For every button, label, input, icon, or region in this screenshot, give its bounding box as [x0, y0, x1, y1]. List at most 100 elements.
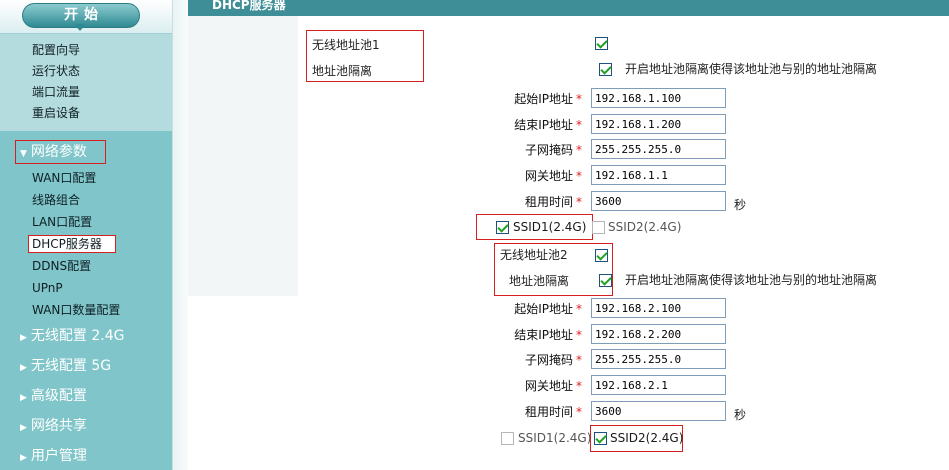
- pool1-start-ip-input[interactable]: [591, 88, 726, 108]
- network-menu-items: WAN口配置 线路组合 LAN口配置 DHCP服务器 DDNS配置 UPnP W…: [0, 167, 172, 321]
- pool2-lease-unit: 秒: [734, 408, 747, 422]
- form-left-panel: [188, 16, 298, 296]
- start-button-label: 开始: [64, 7, 104, 23]
- system-menu-group: 配置向导 运行状态 端口流量 重启设备: [0, 34, 172, 131]
- pool2-enable-checkbox[interactable]: [595, 249, 608, 262]
- network-section-highlight: ▼ 网络参数: [15, 140, 106, 164]
- sidebar-item-lan-config[interactable]: LAN口配置: [0, 211, 172, 233]
- pool2-gateway-label: 网关地址 *: [452, 377, 582, 394]
- sidebar-section-wireless-24g[interactable]: ▶ 无线配置 2.4G: [0, 321, 172, 351]
- pool1-gateway-label: 网关地址 *: [452, 167, 582, 184]
- label-text: 网关地址: [524, 169, 573, 183]
- pool2-end-ip-input[interactable]: [591, 324, 726, 344]
- page-title: DHCP服务器: [212, 0, 286, 12]
- required-mark: *: [576, 195, 582, 209]
- pool1-enable-checkbox[interactable]: [595, 37, 608, 50]
- sidebar-item-wan-count[interactable]: WAN口数量配置: [0, 299, 172, 321]
- required-mark: *: [576, 405, 582, 419]
- sidebar-item-dhcp-server[interactable]: DHCP服务器: [0, 233, 172, 255]
- pool1-lease-label: 租用时间 *: [452, 193, 582, 210]
- sidebar-section-advanced[interactable]: ▶ 高级配置: [0, 381, 172, 411]
- pool1-lease-input[interactable]: [591, 191, 726, 211]
- pool1-isolation-hint: 开启地址池隔离使得该地址池与别的地址池隔离: [625, 62, 878, 76]
- pool1-ssid2-label: SSID2(2.4G): [608, 220, 682, 234]
- sidebar-section-network-share[interactable]: ▶ 网络共享: [0, 411, 172, 441]
- label-text: 网关地址: [524, 379, 573, 393]
- required-mark: *: [576, 328, 582, 342]
- sidebar-divider[interactable]: [172, 0, 188, 470]
- section-label: 用户管理: [30, 448, 87, 464]
- pool2-ssid1-checkbox[interactable]: [501, 432, 514, 445]
- sidebar-section-wireless-5g[interactable]: ▶ 无线配置 5G: [0, 351, 172, 381]
- required-mark: *: [576, 302, 582, 316]
- pool2-isolation-checkbox[interactable]: [599, 274, 612, 287]
- required-mark: *: [576, 143, 582, 157]
- sidebar-item-run-status[interactable]: 运行状态: [0, 61, 172, 82]
- sidebar-item-wan-config[interactable]: WAN口配置: [0, 167, 172, 189]
- pool2-lease-input[interactable]: [591, 401, 726, 421]
- sidebar-item-upnp[interactable]: UPnP: [0, 277, 172, 299]
- pool2-lease-label: 租用时间 *: [452, 403, 582, 420]
- pool1-ssid2-checkbox[interactable]: [592, 221, 605, 234]
- dhcp-form: 无线地址池1 地址池隔离 开启地址池隔离使得该地址池与别的地址池隔离 起始IP地…: [188, 16, 949, 470]
- label-text: 起始IP地址: [514, 302, 573, 316]
- triangle-down-icon: ▼: [20, 149, 27, 159]
- sidebar-item-port-traffic[interactable]: 端口流量: [0, 82, 172, 103]
- pool2-start-ip-input[interactable]: [591, 298, 726, 318]
- pool2-ssid2-checkbox[interactable]: [594, 432, 607, 445]
- sidebar-item-setup-wizard[interactable]: 配置向导: [0, 40, 172, 61]
- label-text: 结束IP地址: [514, 118, 573, 132]
- pool2-end-ip-label: 结束IP地址 *: [452, 326, 582, 343]
- pool2-ssid2-label: SSID2(2.4G): [610, 431, 684, 445]
- section-label: 无线配置 2.4G: [30, 328, 125, 344]
- pool1-gateway-input[interactable]: [591, 165, 726, 185]
- pool1-isolation-checkbox[interactable]: [599, 63, 612, 76]
- required-mark: *: [576, 169, 582, 183]
- triangle-right-icon: ▶: [20, 423, 27, 433]
- pool1-ssid1-checkbox[interactable]: [496, 221, 509, 234]
- pool2-start-ip-label: 起始IP地址 *: [452, 300, 582, 317]
- label-text: 结束IP地址: [514, 328, 573, 342]
- required-mark: *: [576, 379, 582, 393]
- label-text: 子网掩码: [524, 143, 573, 157]
- pool1-end-ip-label: 结束IP地址 *: [452, 116, 582, 133]
- pool2-gateway-input[interactable]: [591, 375, 726, 395]
- pool1-mask-input[interactable]: [591, 139, 726, 159]
- sidebar-section-user-mgmt[interactable]: ▶ 用户管理: [0, 441, 172, 470]
- required-mark: *: [576, 118, 582, 132]
- triangle-right-icon: ▶: [20, 393, 27, 403]
- network-section-label: 网络参数: [30, 144, 87, 160]
- sidebar-item-line-combine[interactable]: 线路组合: [0, 189, 172, 211]
- section-label: 网络共享: [30, 418, 87, 434]
- pool2-isolation-label: 地址池隔离: [509, 274, 570, 288]
- pool1-isolation-label: 地址池隔离: [312, 64, 373, 78]
- pool2-ssid1-label: SSID1(2.4G): [518, 431, 592, 445]
- triangle-right-icon: ▶: [20, 453, 27, 463]
- sidebar-item-ddns-config[interactable]: DDNS配置: [0, 255, 172, 277]
- sidebar: 开始 配置向导 运行状态 端口流量 重启设备 ▼ 网络参数 WAN口配置 线路组合…: [0, 0, 172, 470]
- label-text: 租用时间: [524, 195, 573, 209]
- pool1-start-ip-label: 起始IP地址 *: [452, 90, 582, 107]
- required-mark: *: [576, 92, 582, 106]
- required-mark: *: [576, 353, 582, 367]
- pool1-label: 无线地址池1: [312, 38, 380, 52]
- pool2-label: 无线地址池2: [500, 248, 568, 262]
- sidebar-item-reboot[interactable]: 重启设备: [0, 103, 172, 124]
- pool1-end-ip-input[interactable]: [591, 114, 726, 134]
- start-area: 开始: [0, 0, 172, 34]
- sidebar-section-network[interactable]: ▼ 网络参数: [0, 137, 172, 167]
- start-arrow-icon: [74, 24, 86, 31]
- triangle-right-icon: ▶: [20, 363, 27, 373]
- label-text: 起始IP地址: [514, 92, 573, 106]
- pool1-ssid1-label: SSID1(2.4G): [513, 220, 587, 234]
- section-label: 无线配置 5G: [30, 358, 112, 374]
- label-text: 租用时间: [524, 405, 573, 419]
- label-text: 子网掩码: [524, 353, 573, 367]
- pool1-mask-label: 子网掩码 *: [452, 141, 582, 158]
- pool2-isolation-hint: 开启地址池隔离使得该地址池与别的地址池隔离: [625, 273, 878, 287]
- triangle-right-icon: ▶: [20, 333, 27, 343]
- page-titlebar: DHCP服务器: [188, 0, 949, 16]
- pool2-mask-label: 子网掩码 *: [452, 351, 582, 368]
- section-label: 高级配置: [30, 388, 87, 404]
- pool2-mask-input[interactable]: [591, 349, 726, 369]
